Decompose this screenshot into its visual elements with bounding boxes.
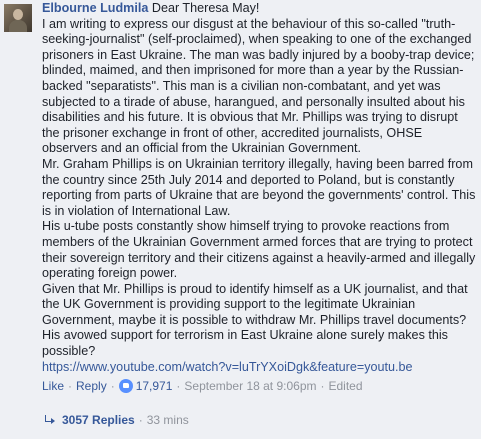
replies-row[interactable]: 3057 Replies · 33 mins — [42, 412, 189, 428]
replies-count-link[interactable]: 3057 Replies — [62, 412, 135, 428]
comment-paragraph-3: His u-tube posts constantly show himself… — [42, 219, 476, 281]
like-thumb-icon[interactable] — [118, 379, 133, 394]
reply-arrow-icon — [44, 415, 56, 425]
reaction-count[interactable]: 17,971 — [136, 378, 173, 394]
avatar-body — [9, 20, 27, 32]
comment-greeting: Dear Theresa May! — [151, 1, 260, 15]
separator-dot: · — [138, 413, 143, 427]
author-name-link[interactable]: Elbourne Ludmila — [42, 1, 148, 15]
avatar[interactable] — [4, 4, 32, 32]
youtube-link[interactable]: https://www.youtube.com/watch?v=luTrYXoi… — [42, 360, 476, 376]
like-button[interactable]: Like — [42, 378, 64, 394]
separator-dot: · — [320, 379, 325, 394]
comment-actions: Like · Reply · 17,971 · September 18 at … — [42, 378, 476, 394]
edited-label[interactable]: Edited — [329, 378, 363, 394]
comment-paragraph-1: I am writing to express our disgust at t… — [42, 16, 475, 156]
comment-paragraph-4: Given that Mr. Phillips is proud to iden… — [42, 281, 468, 359]
separator-dot: · — [68, 379, 73, 394]
comment-body: Elbourne Ludmila Dear Theresa May! I am … — [42, 0, 476, 394]
replies-time: 33 mins — [146, 413, 189, 427]
comment-header: Elbourne Ludmila Dear Theresa May! — [42, 1, 476, 17]
comment-paragraph-2: Mr. Graham Phillips is on Ukrainian terr… — [42, 156, 476, 218]
reply-button[interactable]: Reply — [76, 378, 107, 394]
comment-timestamp[interactable]: September 18 at 9:06pm — [184, 378, 316, 394]
avatar-head — [13, 9, 23, 20]
separator-dot: · — [110, 379, 115, 394]
separator-dot: · — [176, 379, 181, 394]
